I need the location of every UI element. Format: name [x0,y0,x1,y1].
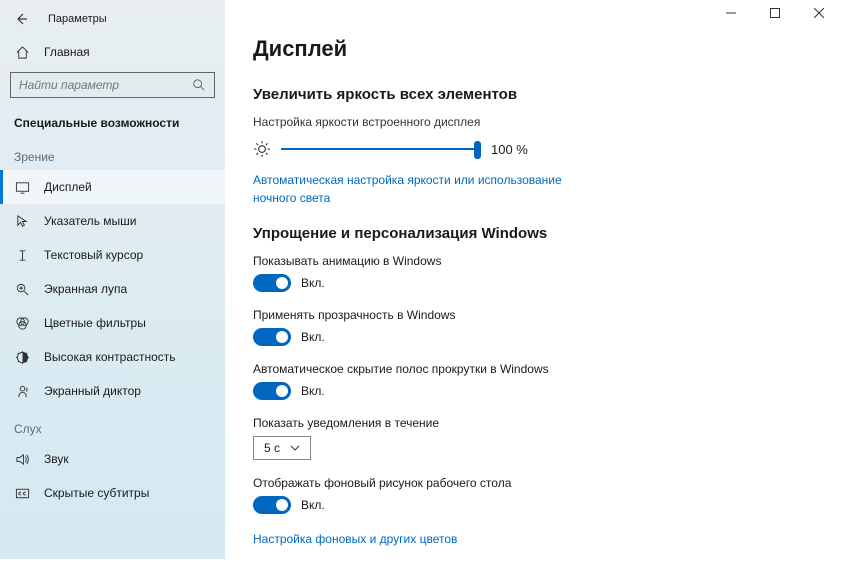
narrator-icon [14,383,30,399]
sidebar-item-captions[interactable]: Скрытые субтитры [0,476,225,510]
brightness-icon [253,140,271,158]
color-filters-icon [14,315,30,331]
audio-icon [14,451,30,467]
sidebar-item-label: Указатель мыши [44,214,136,228]
colors-link[interactable]: Настройка фоновых и других цветов [253,530,813,548]
text-cursor-icon [14,247,30,263]
toggle-state: Вкл. [301,498,325,512]
home-nav[interactable]: Главная [0,36,225,68]
sidebar-item-colorfilters[interactable]: Цветные фильтры [0,306,225,340]
category-label: Специальные возможности [0,108,225,136]
brightness-value: 100 % [491,142,528,157]
toggle-background[interactable] [253,496,291,514]
magnifier-icon [14,281,30,297]
brightness-heading: Увеличить яркость всех элементов [253,86,813,103]
sidebar-item-display[interactable]: Дисплей [0,170,225,204]
notify-duration-select[interactable]: 5 с [253,436,311,460]
group-vision-label: Зрение [0,136,225,170]
window-title: Параметры [48,13,107,25]
home-icon [14,44,30,60]
sidebar-item-narrator[interactable]: Экранный диктор [0,374,225,408]
sidebar-item-label: Текстовый курсор [44,248,143,262]
minimize-button[interactable] [711,0,751,26]
toggle-state: Вкл. [301,384,325,398]
page-title: Дисплей [253,36,813,62]
home-label: Главная [44,45,90,59]
search-icon [192,78,206,92]
brightness-link[interactable]: Автоматическая настройка яркости или исп… [253,171,573,207]
search-input[interactable] [10,72,215,98]
toggle-scrollbars[interactable] [253,382,291,400]
maximize-button[interactable] [755,0,795,26]
simplify-heading: Упрощение и персонализация Windows [253,225,813,242]
chevron-down-icon [290,445,300,451]
cursor-icon [14,213,30,229]
close-button[interactable] [799,0,839,26]
toggle-state: Вкл. [301,330,325,344]
sidebar-item-highcontrast[interactable]: Высокая контрастность [0,340,225,374]
notify-label: Показать уведомления в течение [253,416,813,430]
sidebar-item-textcursor[interactable]: Текстовый курсор [0,238,225,272]
captions-icon [14,485,30,501]
brightness-slider[interactable] [281,137,481,161]
toggle-animations-label: Показывать анимацию в Windows [253,254,813,268]
sidebar-item-label: Экранная лупа [44,282,127,296]
sidebar-item-label: Цветные фильтры [44,316,146,330]
main-content: Дисплей Увеличить яркость всех элементов… [225,0,841,559]
sidebar-item-audio[interactable]: Звук [0,442,225,476]
sidebar-item-label: Экранный диктор [44,384,141,398]
back-button[interactable] [12,10,30,28]
group-hearing-label: Слух [0,408,225,442]
sidebar-item-label: Дисплей [44,180,92,194]
toggle-state: Вкл. [301,276,325,290]
sidebar-item-label: Высокая контрастность [44,350,176,364]
toggle-scrollbars-label: Автоматическое скрытие полос прокрутки в… [253,362,813,376]
sidebar-item-label: Звук [44,452,69,466]
toggle-background-label: Отображать фоновый рисунок рабочего стол… [253,476,813,490]
sidebar-item-magnifier[interactable]: Экранная лупа [0,272,225,306]
toggle-transparency-label: Применять прозрачность в Windows [253,308,813,322]
toggle-transparency[interactable] [253,328,291,346]
sidebar-item-label: Скрытые субтитры [44,486,149,500]
sidebar: Параметры Главная Специальные возможност… [0,0,225,559]
toggle-animations[interactable] [253,274,291,292]
brightness-sub: Настройка яркости встроенного дисплея [253,115,813,129]
display-icon [14,179,30,195]
sidebar-item-cursor[interactable]: Указатель мыши [0,204,225,238]
contrast-icon [14,349,30,365]
